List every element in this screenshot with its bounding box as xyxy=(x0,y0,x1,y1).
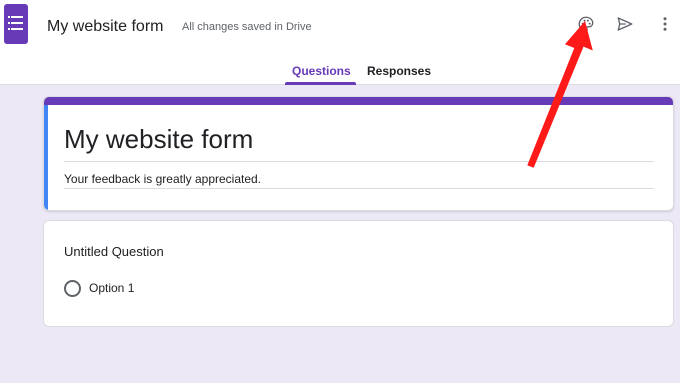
form-header-card[interactable]: My website form Your feedback is greatly… xyxy=(43,96,674,211)
customize-theme-button[interactable] xyxy=(572,10,600,38)
send-button[interactable] xyxy=(611,10,639,38)
send-icon xyxy=(617,17,633,31)
tab-questions[interactable]: Questions xyxy=(292,64,351,78)
more-vert-icon xyxy=(663,17,667,31)
palette-icon xyxy=(578,16,594,32)
active-tab-indicator xyxy=(285,82,356,85)
question-card[interactable]: Untitled Question Option 1 xyxy=(43,220,674,327)
forms-logo-icon[interactable] xyxy=(4,4,28,44)
option-row[interactable]: Option 1 xyxy=(64,279,134,297)
question-title[interactable]: Untitled Question xyxy=(64,244,164,259)
theme-accent-bar xyxy=(44,97,673,105)
form-tabs: Questions Responses xyxy=(0,58,680,85)
radio-button[interactable] xyxy=(64,279,81,297)
option-label[interactable]: Option 1 xyxy=(89,281,134,295)
document-title[interactable]: My website form xyxy=(47,18,163,36)
save-status: All changes saved in Drive xyxy=(182,21,312,33)
tab-responses[interactable]: Responses xyxy=(367,64,431,78)
form-description[interactable]: Your feedback is greatly appreciated. xyxy=(64,172,261,186)
selected-card-indicator xyxy=(44,105,48,210)
divider xyxy=(64,161,654,162)
divider xyxy=(64,188,654,189)
more-options-button[interactable] xyxy=(651,10,679,38)
form-title[interactable]: My website form xyxy=(64,124,253,155)
top-bar: My website form All changes saved in Dri… xyxy=(0,0,680,85)
